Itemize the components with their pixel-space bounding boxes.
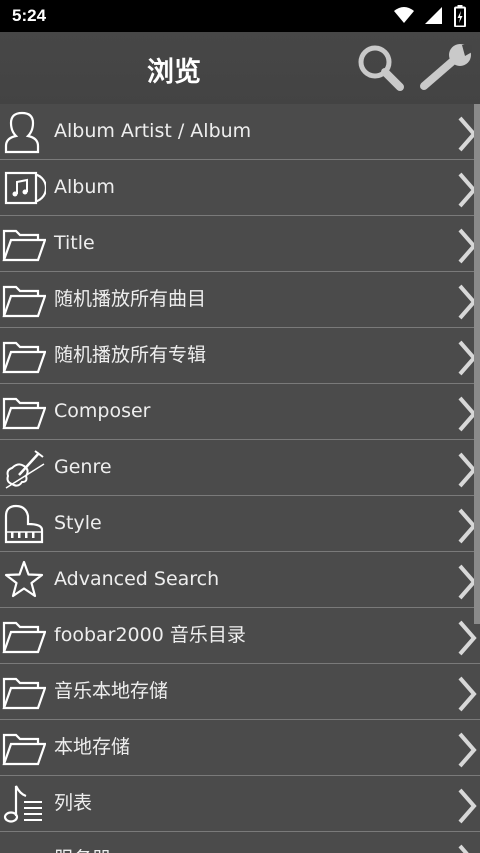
list-item-shuffle-tracks[interactable]: 随机播放所有曲目 [0, 272, 480, 328]
chevron-right-icon [458, 676, 477, 712]
scrollbar[interactable] [474, 104, 480, 624]
list-item-label: 随机播放所有曲目 [54, 288, 207, 310]
list-item-album-artist[interactable]: Album Artist / Album [0, 104, 480, 160]
browse-list: Album Artist / Album Album Title 随机播放所有曲… [0, 104, 480, 853]
star-icon [4, 560, 44, 598]
folder-icon [2, 397, 46, 430]
piano-icon [4, 504, 44, 544]
playlist-icon [3, 785, 42, 823]
list-item-advanced-search[interactable]: Advanced Search [0, 552, 480, 608]
list-item-foobar-library[interactable]: foobar2000 音乐目录 [0, 608, 480, 664]
list-item-style[interactable]: Style [0, 496, 480, 552]
violin-icon [5, 450, 45, 489]
list-item-music-local-storage[interactable]: 音乐本地存储 [0, 664, 480, 720]
chevron-right-icon [458, 732, 477, 768]
chevron-right-icon [458, 844, 469, 853]
folder-icon [2, 285, 46, 318]
status-time: 5:24 [12, 6, 47, 25]
list-item-local-storage[interactable]: 本地存储 [0, 720, 480, 776]
list-item-servers[interactable]: 服务器 [0, 832, 480, 853]
chevron-right-icon [458, 788, 477, 824]
list-item-label: Title [54, 232, 95, 254]
list-item-label: Advanced Search [54, 568, 220, 590]
wrench-icon [420, 44, 472, 90]
folder-icon [2, 341, 46, 374]
header: 浏览 [0, 32, 480, 104]
signal-icon [424, 5, 443, 29]
album-icon [4, 171, 46, 205]
list-item-label: 随机播放所有专辑 [54, 344, 207, 366]
list-item-label: 服务器 [54, 832, 111, 853]
list-item-title[interactable]: Title [0, 216, 480, 272]
list-item-shuffle-albums[interactable]: 随机播放所有专辑 [0, 328, 480, 384]
server-icon [2, 838, 46, 853]
list-item-composer[interactable]: Composer [0, 384, 480, 440]
person-icon [4, 111, 40, 154]
list-item-label: 本地存储 [54, 736, 131, 758]
list-item-label: foobar2000 音乐目录 [54, 624, 246, 646]
list-item-label: Style [54, 512, 102, 534]
chevron-right-icon [458, 620, 477, 656]
list-item-label: 音乐本地存储 [54, 680, 169, 702]
list-item-label: Composer [54, 400, 151, 422]
search-icon [358, 45, 404, 91]
list-item-playlists[interactable]: 列表 [0, 776, 480, 832]
list-item-album[interactable]: Album [0, 160, 480, 216]
folder-icon [2, 229, 46, 262]
status-icons [388, 5, 466, 29]
folder-icon [2, 733, 46, 766]
settings-button[interactable] [418, 42, 472, 94]
folder-icon [2, 621, 46, 654]
list-item-label: Album Artist / Album [54, 120, 252, 142]
list-item-label: 列表 [54, 792, 93, 814]
list-item-label: Album [54, 176, 115, 198]
battery-icon [454, 5, 466, 31]
page-title: 浏览 [147, 57, 201, 88]
status-bar: 5:24 [0, 0, 480, 32]
list-item-label: Genre [54, 456, 112, 478]
search-button[interactable] [354, 42, 406, 94]
wifi-icon [393, 5, 414, 29]
folder-icon [2, 677, 46, 710]
list-item-genre[interactable]: Genre [0, 440, 480, 496]
